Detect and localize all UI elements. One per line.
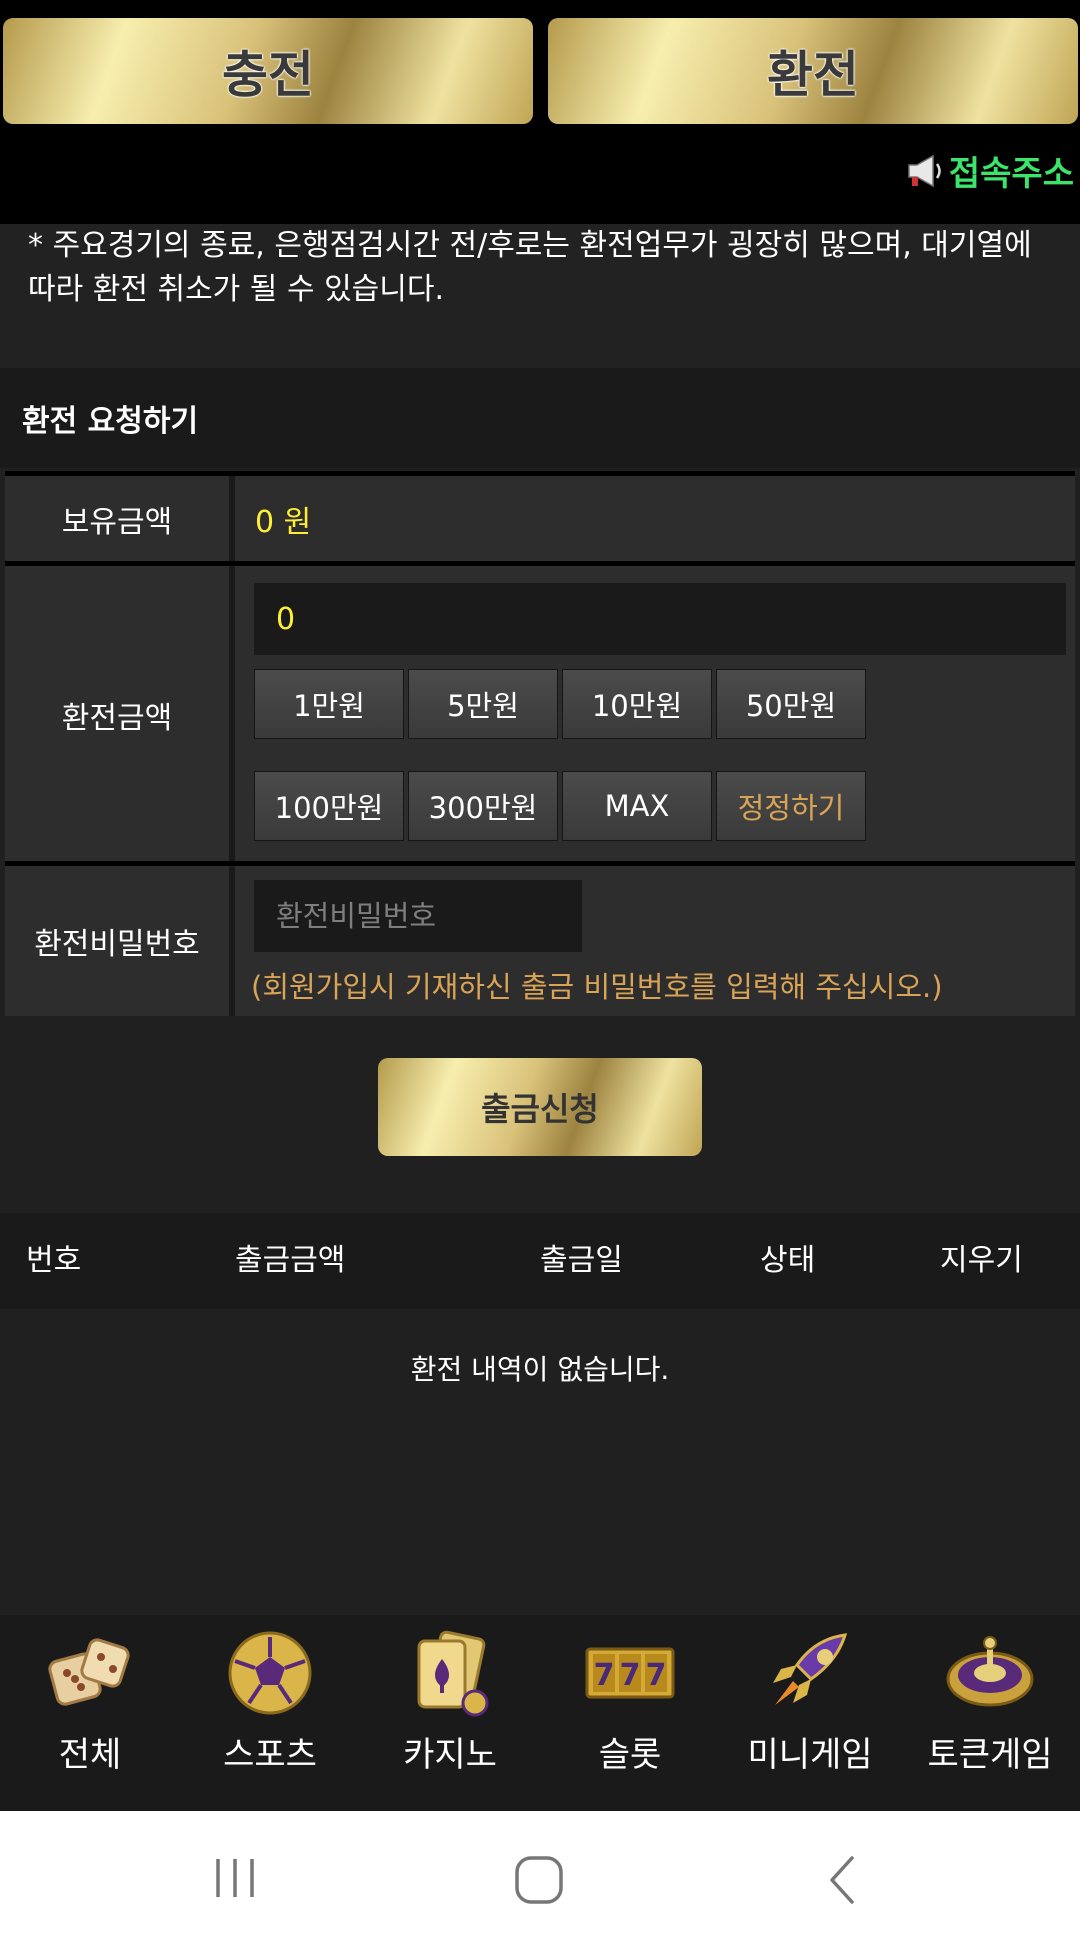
password-hint: (회원가입시 기재하신 출금 비밀번호를 입력해 주십시오.) bbox=[251, 970, 943, 1004]
col-status: 상태 bbox=[760, 1243, 816, 1278]
system-navigation-bar bbox=[0, 1811, 1080, 1947]
quick-amount-1m-button[interactable]: 100만원 bbox=[254, 771, 404, 841]
balance-value: 0 원 bbox=[255, 504, 312, 540]
nav-item-sports[interactable]: 스포츠 bbox=[180, 1615, 360, 1811]
nav-label-minigame: 미니게임 bbox=[747, 1735, 873, 1775]
top-bar: 충전 환전 접속주소 bbox=[0, 0, 1080, 224]
rocket-icon bbox=[773, 1633, 848, 1705]
password-label: 환전비밀번호 bbox=[5, 866, 235, 1016]
col-number: 번호 bbox=[26, 1243, 82, 1278]
nav-label-token-game: 토큰게임 bbox=[927, 1735, 1053, 1775]
recent-apps-icon[interactable] bbox=[210, 1853, 260, 1903]
bottom-nav: 전체 스포츠 카지노 7 7 7 슬롯 미니게임 토큰게임 bbox=[0, 1615, 1080, 1811]
col-delete: 지우기 bbox=[940, 1243, 1023, 1278]
back-icon[interactable] bbox=[820, 1853, 864, 1907]
slot-777-icon: 7 7 7 bbox=[585, 1647, 675, 1699]
nav-item-minigame[interactable]: 미니게임 bbox=[720, 1615, 900, 1811]
max-amount-button[interactable]: MAX bbox=[562, 771, 712, 841]
svg-text:7: 7 bbox=[646, 1658, 667, 1693]
quick-amount-500k-button[interactable]: 50만원 bbox=[716, 669, 866, 739]
balance-label: 보유금액 bbox=[5, 476, 235, 561]
nav-label-casino: 카지노 bbox=[403, 1735, 497, 1775]
soccer-ball-icon bbox=[228, 1631, 312, 1715]
nav-item-token-game[interactable]: 토큰게임 bbox=[900, 1615, 1080, 1811]
access-address-label: 접속주소 bbox=[948, 154, 1074, 194]
amount-label: 환전금액 bbox=[5, 566, 235, 863]
section-title: 환전 요청하기 bbox=[0, 368, 1080, 468]
playing-cards-icon bbox=[417, 1630, 489, 1717]
roulette-icon bbox=[946, 1636, 1034, 1707]
quick-amount-50k-button[interactable]: 5만원 bbox=[408, 669, 558, 739]
nav-label-slot: 슬롯 bbox=[598, 1735, 662, 1775]
withdraw-password-input[interactable] bbox=[254, 880, 582, 952]
nav-item-casino[interactable]: 카지노 bbox=[360, 1615, 540, 1811]
quick-amount-3m-button[interactable]: 300만원 bbox=[408, 771, 558, 841]
access-address-link[interactable]: 접속주소 bbox=[905, 146, 1074, 195]
dice-icon bbox=[48, 1638, 130, 1706]
home-icon[interactable] bbox=[512, 1853, 566, 1907]
megaphone-icon bbox=[908, 154, 941, 187]
history-table-header: 번호 출금금액 출금일 상태 지우기 bbox=[0, 1213, 1080, 1309]
nav-item-slot[interactable]: 7 7 7 슬롯 bbox=[540, 1615, 720, 1811]
quick-amount-10k-button[interactable]: 1만원 bbox=[254, 669, 404, 739]
svg-text:7: 7 bbox=[620, 1658, 641, 1693]
svg-text:7: 7 bbox=[594, 1658, 615, 1693]
reset-amount-button[interactable]: 정정하기 bbox=[716, 771, 866, 841]
exchange-notice: * 주요경기의 종료, 은행점검시간 전/후로는 환전업무가 굉장히 많으며, … bbox=[0, 224, 1080, 368]
col-amount: 출금금액 bbox=[235, 1243, 346, 1278]
nav-label-sports: 스포츠 bbox=[223, 1735, 317, 1775]
amount-row: 환전금액 1만원 5만원 10만원 50만원 100만원 300만원 MAX 정… bbox=[5, 561, 1075, 863]
amount-input[interactable] bbox=[254, 583, 1066, 655]
charge-button[interactable]: 충전 bbox=[3, 18, 533, 124]
history-empty-message: 환전 내역이 없습니다. bbox=[410, 1353, 670, 1386]
col-date: 출금일 bbox=[540, 1243, 623, 1278]
balance-row: 보유금액 0 원 bbox=[5, 471, 1075, 561]
password-row: 환전비밀번호 (회원가입시 기재하신 출금 비밀번호를 입력해 주십시오.) bbox=[5, 861, 1075, 1016]
quick-amount-100k-button[interactable]: 10만원 bbox=[562, 669, 712, 739]
exchange-button[interactable]: 환전 bbox=[548, 18, 1078, 124]
withdraw-submit-button[interactable]: 출금신청 bbox=[378, 1058, 702, 1156]
nav-label-all: 전체 bbox=[58, 1735, 122, 1775]
nav-item-all[interactable]: 전체 bbox=[0, 1615, 180, 1811]
